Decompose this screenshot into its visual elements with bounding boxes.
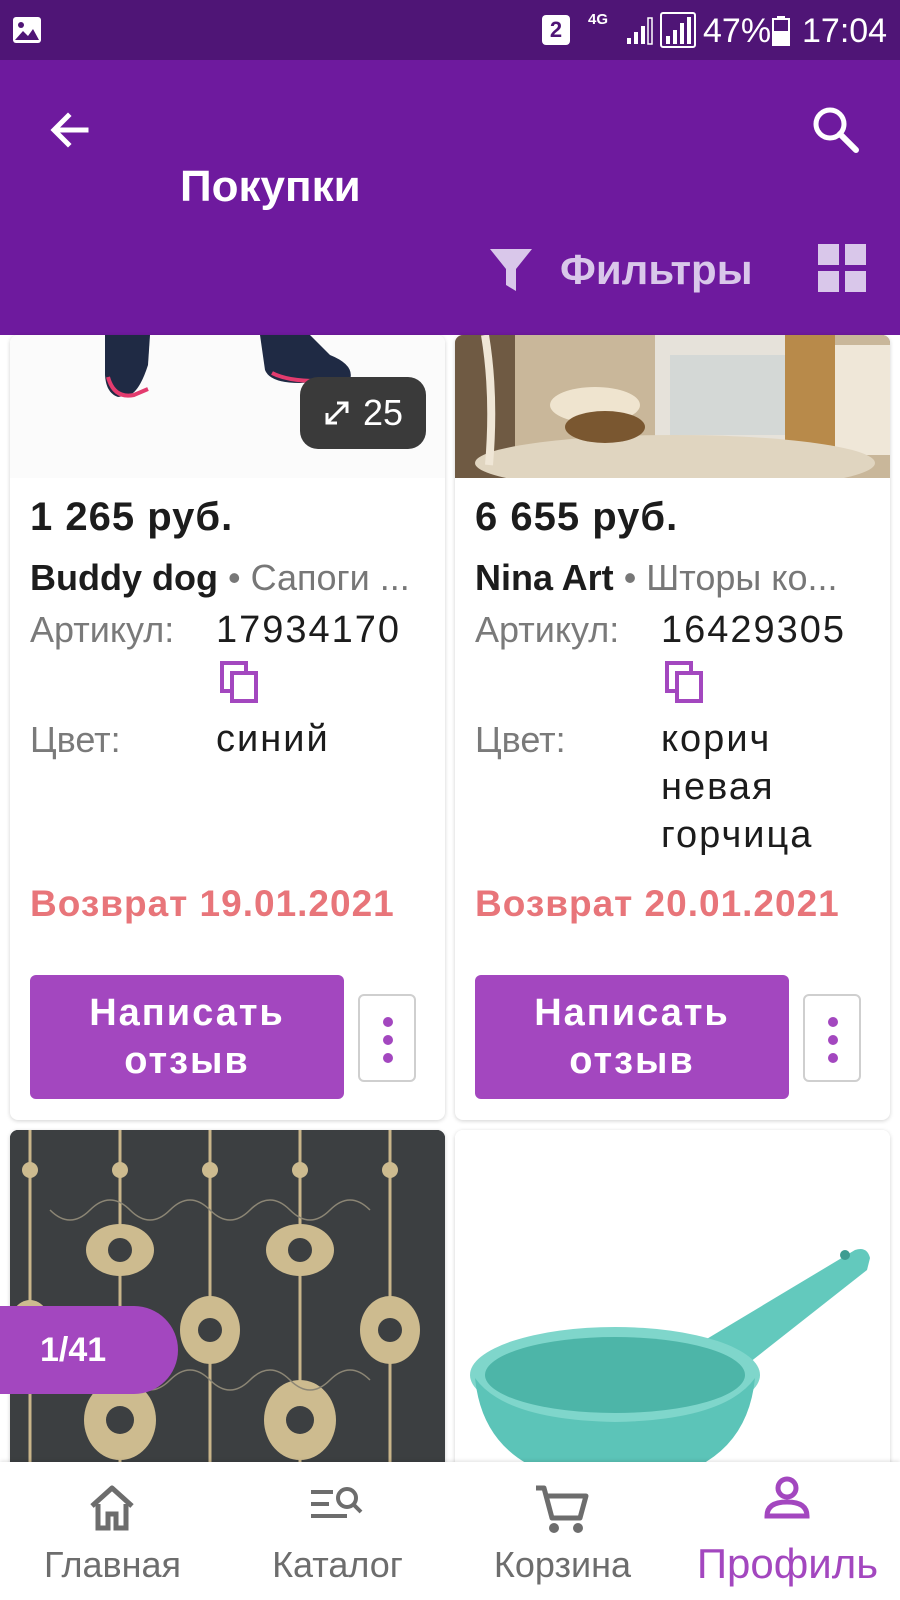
product-category: • Шторы ко... xyxy=(613,557,838,598)
more-options-button[interactable] xyxy=(803,994,861,1082)
grid-view-icon[interactable] xyxy=(818,244,866,292)
battery-percent: 47% xyxy=(703,12,772,50)
clock: 17:04 xyxy=(802,12,888,50)
color-label: Цвет: xyxy=(30,719,121,760)
expand-icon xyxy=(325,401,349,425)
product-image[interactable]: 25 xyxy=(10,335,445,478)
nav-item-profile[interactable]: Профиль xyxy=(675,1462,900,1600)
product-card[interactable]: 25 1 265 руб. Buddy dog • Сапоги ... Арт… xyxy=(10,335,445,1120)
product-card[interactable]: 6 655 руб. Nina Art • Шторы ко... Артику… xyxy=(455,335,890,1120)
photo-count-badge[interactable]: 25 xyxy=(300,377,426,449)
nav-item-home[interactable]: Главная xyxy=(0,1462,225,1600)
home-icon xyxy=(90,1485,134,1531)
nav-item-cart[interactable]: Корзина xyxy=(450,1462,675,1600)
curtains-image xyxy=(455,335,890,478)
nav-label-cart: Корзина xyxy=(493,1544,632,1585)
bottom-navigation: Главная Каталог Корзина Профиль xyxy=(0,1462,900,1600)
nav-item-catalog[interactable]: Каталог xyxy=(225,1462,450,1600)
product-category: • Сапоги ... xyxy=(217,557,410,598)
copy-icon[interactable] xyxy=(220,661,260,705)
photo-count: 25 xyxy=(362,392,404,433)
product-title: Buddy dog • Сапоги ... xyxy=(30,557,430,599)
battery-icon xyxy=(772,16,790,46)
sim-indicator: 2 xyxy=(542,15,570,45)
write-review-button[interactable]: Написать отзыв xyxy=(30,975,344,1099)
status-bar: 2 4G 47% 17:04 xyxy=(0,0,900,60)
product-price: 6 655 руб. xyxy=(475,495,679,539)
nav-label-profile: Профиль xyxy=(696,1540,879,1587)
catalog-search-icon xyxy=(311,1487,363,1518)
brand-name: Nina Art xyxy=(475,557,614,598)
filters-button[interactable]: Фильтры xyxy=(488,238,753,302)
write-review-button[interactable]: Написать отзыв xyxy=(475,975,789,1099)
product-price: 1 265 руб. xyxy=(30,495,234,539)
return-date: Возврат 20.01.2021 xyxy=(475,883,840,924)
search-icon[interactable] xyxy=(808,102,864,158)
gallery-notification-icon xyxy=(13,17,41,43)
more-options-button[interactable] xyxy=(358,994,416,1082)
color-label: Цвет: xyxy=(475,719,566,760)
more-vertical-icon xyxy=(828,1017,838,1063)
filters-label: Фильтры xyxy=(560,246,753,293)
signal-strength-icon xyxy=(660,12,696,48)
nav-label-home: Главная xyxy=(43,1544,182,1585)
return-date: Возврат 19.01.2021 xyxy=(30,883,395,924)
profile-icon xyxy=(764,1476,810,1519)
article-label: Артикул: xyxy=(30,609,175,650)
filter-funnel-icon xyxy=(490,249,532,291)
back-arrow-icon[interactable] xyxy=(40,100,100,160)
product-image[interactable] xyxy=(455,335,890,478)
article-label: Артикул: xyxy=(475,609,620,650)
product-title: Nina Art • Шторы ко... xyxy=(475,557,875,599)
page-counter: 1/41 xyxy=(0,1306,178,1394)
network-type: 4G xyxy=(588,11,609,28)
article-number: 17934170 xyxy=(216,609,402,651)
article-number: 16429305 xyxy=(661,609,847,651)
app-bar: Покупки Фильтры xyxy=(0,60,900,335)
page-title: Покупки xyxy=(180,162,361,211)
signal-icon xyxy=(627,17,653,45)
more-vertical-icon xyxy=(383,1017,393,1063)
nav-label-catalog: Каталог xyxy=(272,1544,403,1585)
color-value: синий xyxy=(216,718,330,760)
copy-icon[interactable] xyxy=(665,661,705,705)
cart-icon xyxy=(536,1485,589,1533)
color-value: корич невая горчица xyxy=(661,718,814,856)
brand-name: Buddy dog xyxy=(30,557,218,598)
